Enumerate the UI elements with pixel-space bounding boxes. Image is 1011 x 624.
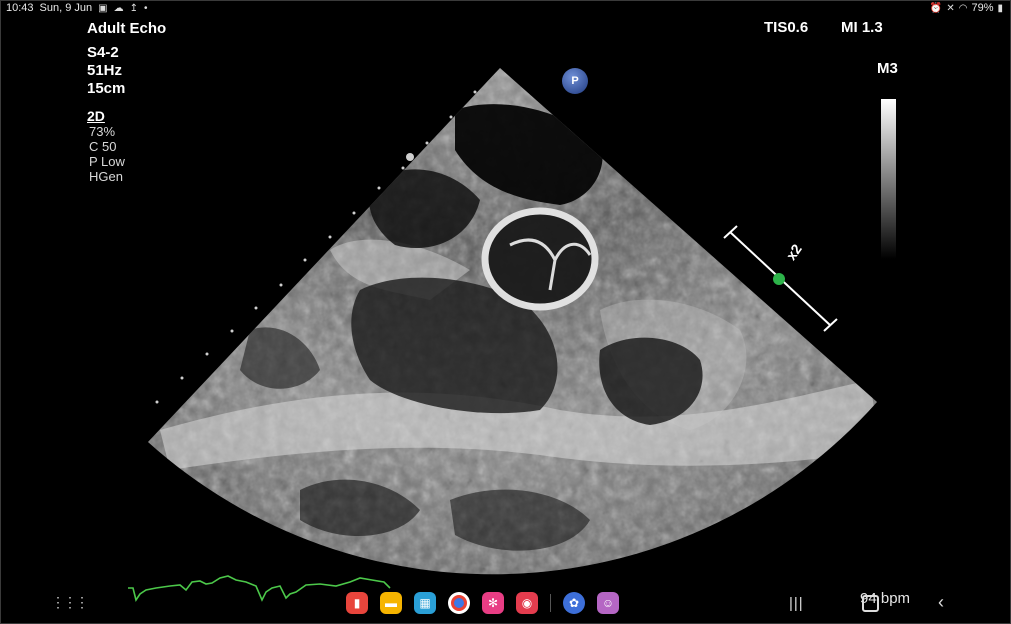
- recents-button[interactable]: |||: [789, 595, 804, 612]
- camera-app-icon[interactable]: ◉: [516, 592, 538, 614]
- zoom-handle[interactable]: [773, 273, 785, 285]
- back-button[interactable]: ‹: [938, 592, 944, 613]
- assistant-app-icon[interactable]: ✿: [563, 592, 585, 614]
- apps-grid-icon[interactable]: ⋮⋮⋮: [51, 594, 89, 611]
- notes-app-icon[interactable]: ▮: [346, 592, 368, 614]
- profile-app-icon[interactable]: ☺: [597, 592, 619, 614]
- p-badge[interactable]: P: [562, 68, 588, 94]
- chrome-app-icon[interactable]: [448, 592, 470, 614]
- dock-separator: [550, 594, 551, 612]
- home-button[interactable]: [862, 595, 879, 612]
- files-app-icon[interactable]: ▬: [380, 592, 402, 614]
- calendar-app-icon[interactable]: ▦: [414, 592, 436, 614]
- flower-app-icon[interactable]: ✻: [482, 592, 504, 614]
- dock: ▮ ▬ ▦ ✻ ◉ ✿ ☺: [346, 592, 619, 614]
- echo-sector: [148, 68, 877, 575]
- echo-image[interactable]: [0, 0, 1011, 624]
